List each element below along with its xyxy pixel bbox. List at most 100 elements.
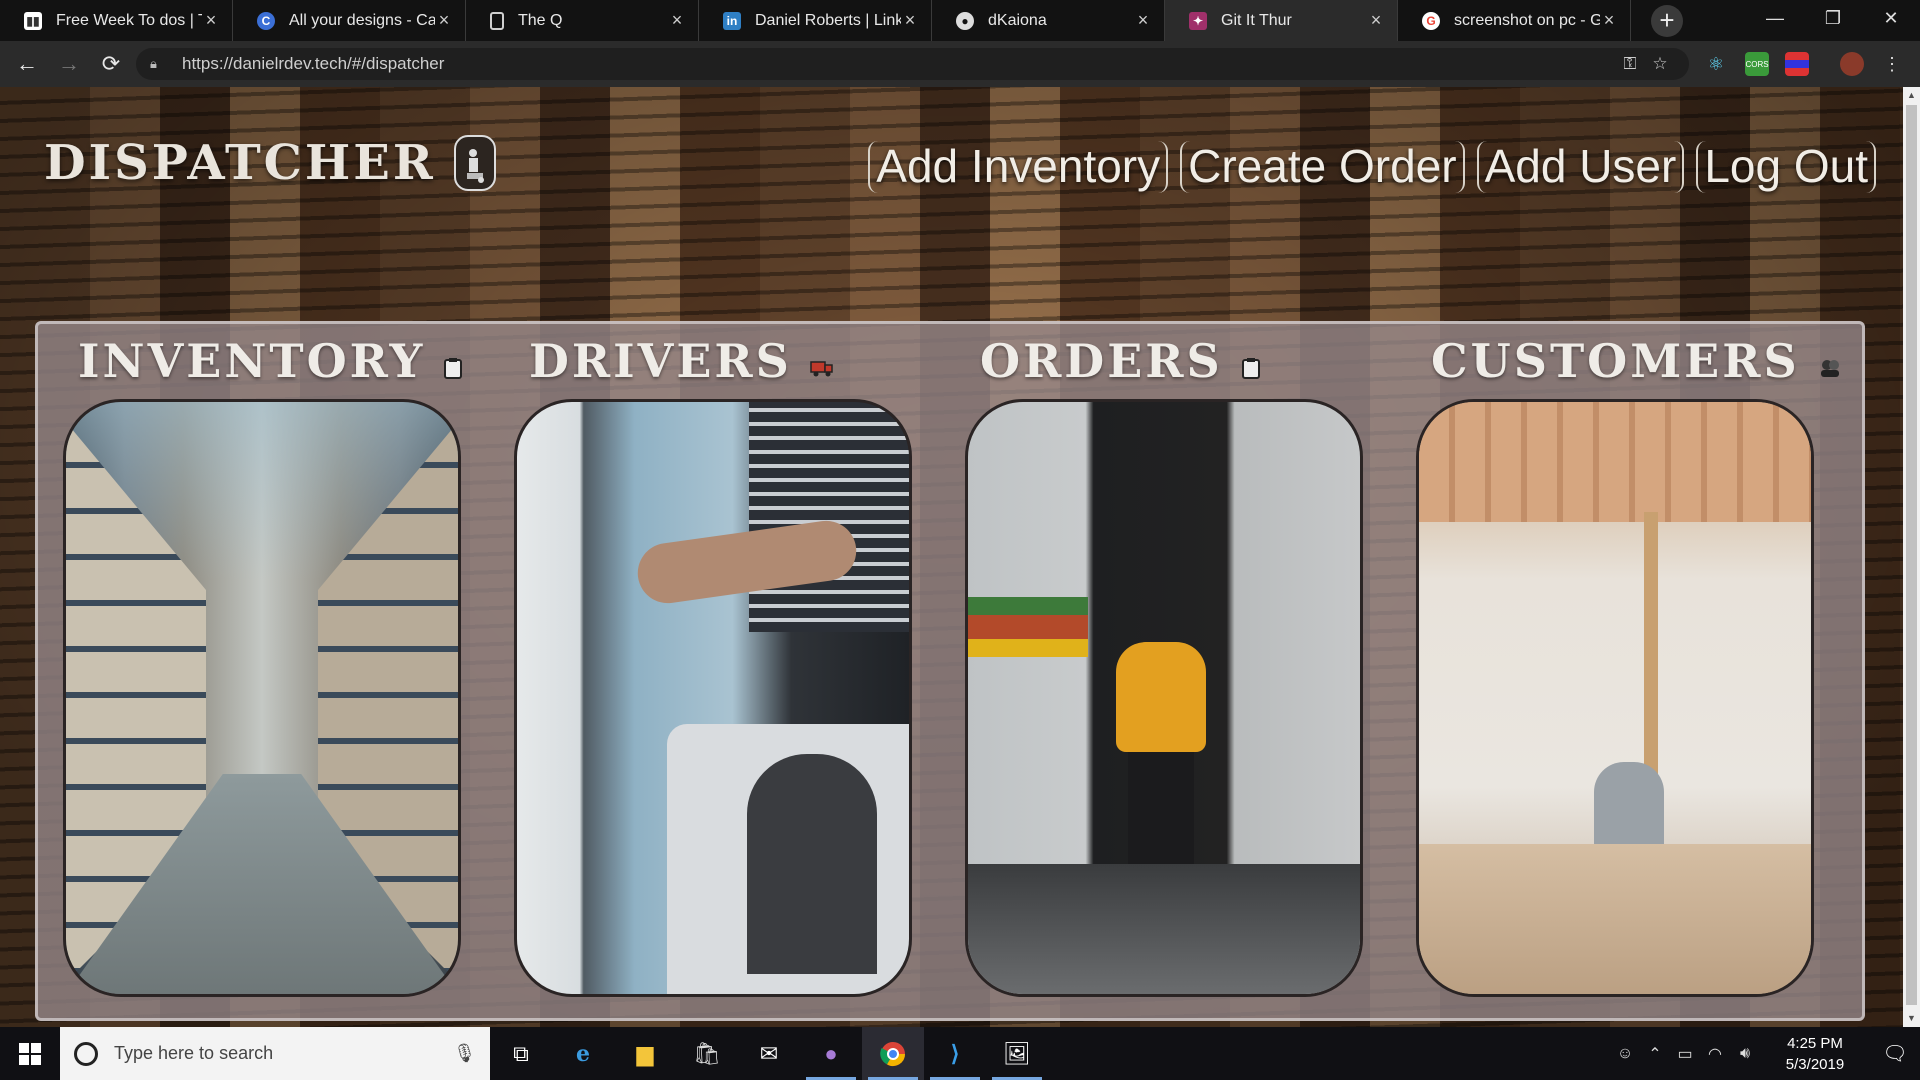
browser-tab[interactable]: The Q × (466, 0, 699, 41)
photos-icon[interactable]: 🖼︎ (986, 1027, 1048, 1080)
restore-icon[interactable]: ❐ (1804, 0, 1862, 36)
browser-tab[interactable]: G screenshot on pc - Google × (1398, 0, 1631, 41)
people-icon[interactable]: ☺ (1610, 1045, 1640, 1063)
url-input[interactable]: 🔒︎ https://danielrdev.tech/#/dispatcher … (136, 48, 1689, 80)
windows-taskbar: Type here to search 🎙︎ ⧉ e ▆ 🛍︎ ✉ ● ⟩ 🖼︎… (0, 1027, 1920, 1080)
chrome-icon[interactable] (862, 1027, 924, 1080)
close-icon[interactable]: × (901, 10, 919, 31)
brand: DISPATCHER (44, 135, 496, 191)
tab-title: Git It Thur (1221, 11, 1292, 29)
url-text: https://danielrdev.tech/#/dispatcher (182, 54, 445, 73)
tab-title: Daniel Roberts | LinkedIn (755, 11, 901, 29)
orders-heading: ORDERS (980, 334, 1223, 388)
section-title: INVENTORY (78, 334, 463, 388)
cors-extension-icon[interactable]: CORS (1745, 52, 1769, 76)
edge-icon[interactable]: e (552, 1027, 614, 1080)
extension-icon[interactable] (1785, 52, 1809, 76)
clipboard-icon (444, 358, 463, 379)
github-desktop-icon[interactable]: ● (800, 1027, 862, 1080)
wifi-icon[interactable]: ◠ (1700, 1044, 1730, 1064)
close-icon[interactable]: × (1367, 10, 1385, 31)
customers-heading: CUSTOMERS (1431, 334, 1800, 388)
chrome-menu-icon[interactable]: ⋮ (1880, 52, 1904, 76)
volume-icon[interactable]: 🔊︎ (1730, 1045, 1760, 1063)
drivers-card[interactable] (514, 399, 912, 997)
drivers-section: DRIVERS (489, 324, 912, 1024)
clock-date: 5/3/2019 (1785, 1055, 1845, 1073)
task-view-icon[interactable]: ⧉ (490, 1027, 552, 1080)
vscode-icon[interactable]: ⟩ (924, 1027, 986, 1080)
forward-icon[interactable]: → (48, 41, 90, 87)
close-icon[interactable]: × (1600, 10, 1618, 31)
clock[interactable]: 4:25 PM 5/3/2019 (1760, 1033, 1870, 1075)
new-tab-button[interactable]: + (1651, 5, 1683, 37)
key-icon[interactable]: ⚿ (1615, 54, 1645, 74)
truck-stripe (968, 597, 1088, 657)
bookmark-star-icon[interactable]: ☆ (1645, 54, 1675, 74)
close-icon[interactable]: × (435, 10, 453, 31)
scroll-down-icon[interactable]: ▼ (1903, 1010, 1920, 1027)
browser-tab[interactable]: C All your designs - Canva × (233, 0, 466, 41)
scroll-up-icon[interactable]: ▲ (1903, 87, 1920, 104)
gear-lever (747, 754, 877, 974)
microphone-icon[interactable]: 🎙︎ (453, 1043, 476, 1064)
dispatcher-page: DISPATCHER Add Inventory Create Order Ad… (0, 87, 1920, 1027)
store-icon[interactable]: 🛍︎ (676, 1027, 738, 1080)
ground (968, 864, 1360, 994)
file-explorer-icon[interactable]: ▆ (614, 1027, 676, 1080)
back-icon[interactable]: ← (6, 41, 48, 87)
minimize-icon[interactable]: — (1746, 0, 1804, 36)
clock-time: 4:25 PM (1787, 1034, 1843, 1052)
action-center-icon[interactable]: 🗨︎ (1870, 1041, 1920, 1066)
browser-tab-bar: ▮▮ Free Week To dos | Trello × C All you… (0, 0, 1920, 41)
browser-tab[interactable]: ▮▮ Free Week To dos | Trello × (0, 0, 233, 41)
close-icon[interactable]: × (668, 10, 686, 31)
scrollbar-thumb[interactable] (1906, 105, 1917, 1005)
section-title: CUSTOMERS (1431, 334, 1842, 388)
orders-card[interactable] (965, 399, 1363, 997)
google-icon: G (1422, 11, 1440, 30)
loader-person (1116, 642, 1206, 752)
customers-card[interactable] (1416, 399, 1814, 997)
create-order-link[interactable]: Create Order (1180, 141, 1465, 193)
document-icon (490, 11, 504, 30)
window-controls: — ❐ ✕ (1746, 0, 1920, 36)
browser-tab[interactable]: in Daniel Roberts | LinkedIn × (699, 0, 932, 41)
close-icon[interactable]: × (202, 10, 220, 31)
add-user-link[interactable]: Add User (1476, 141, 1685, 193)
dashboard-panel: INVENTORY DRIVERS ORDERS CUSTOMERS (35, 321, 1865, 1021)
add-inventory-link[interactable]: Add Inventory (868, 141, 1169, 193)
close-icon[interactable]: × (1134, 10, 1152, 31)
windows-start-icon[interactable] (0, 1027, 60, 1080)
search-placeholder: Type here to search (114, 1043, 274, 1063)
cortana-icon (74, 1041, 98, 1066)
canva-icon: C (257, 11, 275, 30)
taskbar-search-input[interactable]: Type here to search 🎙︎ (60, 1027, 490, 1080)
browser-tab-active[interactable]: ✦ Git It Thur × (1165, 0, 1398, 41)
brand-title: DISPATCHER (44, 135, 436, 191)
tab-title: Free Week To dos | Trello (56, 11, 202, 29)
git-it-thur-icon: ✦ (1189, 11, 1207, 30)
close-window-icon[interactable]: ✕ (1862, 0, 1920, 36)
tab-title: screenshot on pc - Google (1454, 11, 1600, 29)
ceiling (1419, 402, 1811, 522)
users-icon (1820, 360, 1839, 377)
github-icon: ● (956, 11, 974, 30)
tab-title: dKaiona (988, 11, 1047, 29)
browser-tab[interactable]: ● dKaiona × (932, 0, 1165, 41)
page-scrollbar[interactable]: ▲ ▼ (1903, 87, 1920, 1027)
section-title: ORDERS (980, 334, 1261, 388)
customers-section: CUSTOMERS (1391, 324, 1839, 1024)
log-out-link[interactable]: Log Out (1696, 141, 1876, 193)
tab-title: The Q (518, 11, 563, 29)
linkedin-icon: in (723, 11, 741, 30)
inventory-card[interactable] (63, 399, 461, 997)
reload-icon[interactable]: ⟳ (90, 41, 132, 87)
battery-icon[interactable]: ▭ (1670, 1044, 1700, 1064)
react-devtools-icon[interactable]: ⚛ (1704, 52, 1728, 76)
profile-avatar[interactable] (1840, 52, 1864, 76)
mail-icon[interactable]: ✉ (738, 1027, 800, 1080)
section-title: DRIVERS (529, 334, 834, 388)
clipboard-icon (1241, 358, 1260, 379)
chevron-up-icon[interactable]: ⌃ (1640, 1044, 1670, 1064)
